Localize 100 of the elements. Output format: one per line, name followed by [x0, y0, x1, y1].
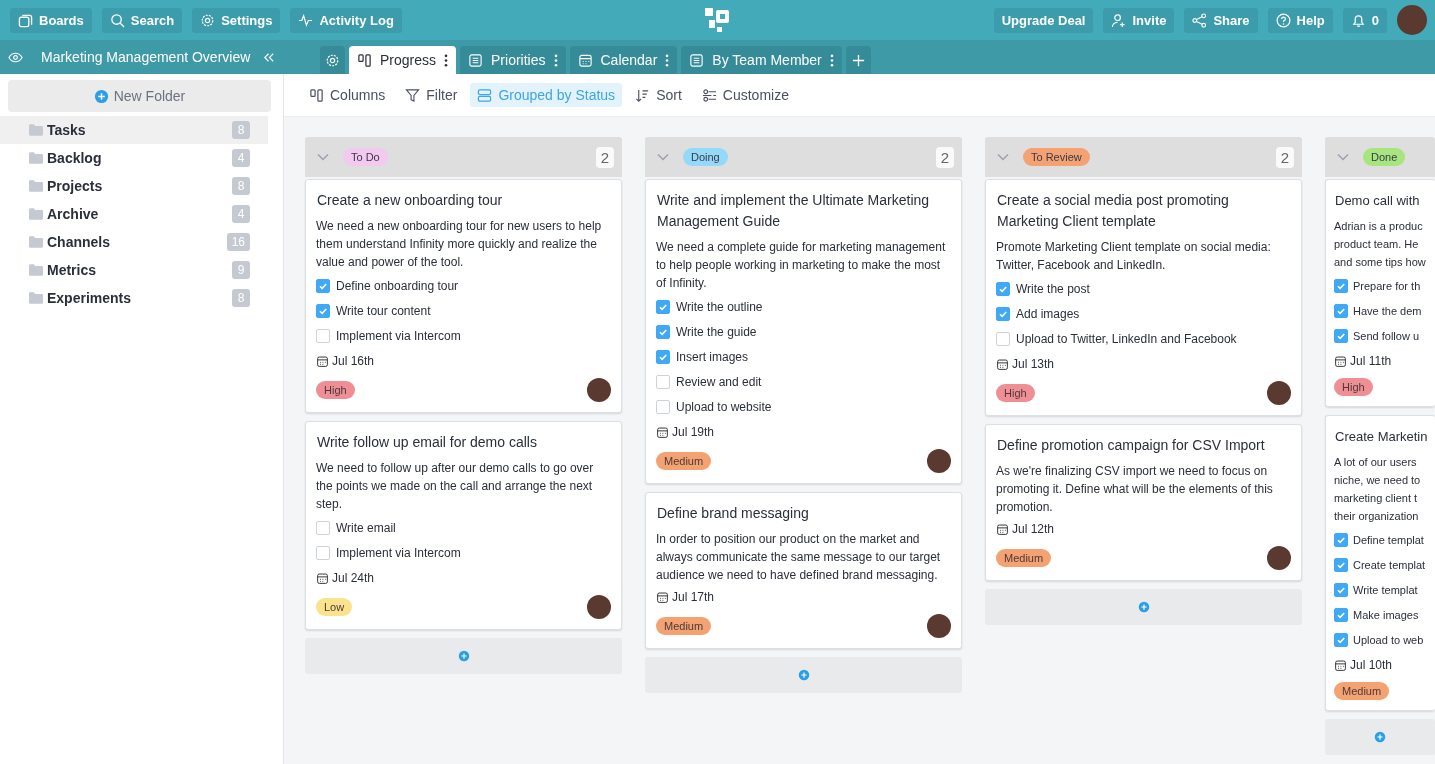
- folder-item[interactable]: Channels 16: [0, 228, 268, 256]
- task-card[interactable]: [985, 179, 1302, 416]
- card-description: In order to position our product on the market and always communicate the same message to our target audience we need to have defined brand messaging.: [656, 531, 942, 584]
- checkbox[interactable]: [656, 349, 670, 364]
- checklist-label: Insert images: [676, 349, 749, 364]
- card-count: 2: [595, 146, 614, 168]
- checkbox[interactable]: [316, 328, 330, 343]
- add-card-button[interactable]: [1325, 719, 1435, 755]
- card-description: niche, we need to: [1334, 473, 1422, 488]
- chevron-down-icon[interactable]: [997, 153, 1009, 161]
- customize-button[interactable]: Customize: [694, 83, 796, 107]
- task-card[interactable]: Create Marketin A lot of our users niche, we need to marketing client t their organization Define templat Create templat Write templat Make images Upload to web Jul 10th Medium: [1325, 415, 1435, 711]
- task-card[interactable]: Define promotion campaign for CSV Import As we're finalizing CSV import we need to focus on promoting it. Define what will be the elements of this promotion. Jul 12th Medium: [985, 424, 1302, 581]
- checkbox[interactable]: [996, 306, 1010, 321]
- view-settings-tab[interactable]: [320, 46, 345, 74]
- list-icon: [468, 52, 484, 68]
- view-tab[interactable]: Priorities: [460, 46, 566, 74]
- checkbox[interactable]: [1334, 582, 1348, 597]
- priority-tag: Medium: [656, 617, 712, 635]
- count-badge: 16: [226, 233, 250, 251]
- checkbox[interactable]: [1334, 303, 1348, 318]
- card-title: Create a new onboarding tour: [316, 191, 504, 210]
- priority-tag: High: [1334, 378, 1373, 396]
- settings-icon: [200, 12, 216, 28]
- card-title: Write follow up email for demo calls: [316, 433, 538, 452]
- checklist-label: Define onboarding tour: [336, 278, 459, 293]
- chevron-down-icon[interactable]: [1337, 153, 1349, 161]
- folder-icon: [29, 236, 43, 248]
- bell-icon: [1350, 12, 1366, 28]
- card-description: A lot of our users: [1334, 455, 1418, 470]
- card-description: We need a new onboarding tour for new users to help them understand Infinity more quickly and realize the value and power of the tool.: [316, 218, 603, 271]
- folder-item[interactable]: Backlog 4: [0, 144, 268, 172]
- task-card[interactable]: Define brand messaging In order to position our product on the market and always communicate the same message to our target audience we need to have defined brand messaging. Jul 17th Medium: [645, 492, 962, 649]
- calendar-icon: [577, 52, 593, 68]
- checklist-label: Write the post: [1016, 281, 1090, 296]
- folder-icon: [29, 180, 43, 192]
- avatar: [587, 595, 611, 619]
- rows-icon: [477, 87, 493, 103]
- checklist-label: Review and edit: [676, 374, 762, 389]
- checkbox[interactable]: [1334, 607, 1348, 622]
- checkbox[interactable]: [656, 374, 670, 389]
- chevron-down-icon[interactable]: [317, 153, 329, 161]
- calendar-icon: [996, 357, 1009, 371]
- folder-item[interactable]: Archive 4: [0, 200, 268, 228]
- filter-button[interactable]: Filter: [398, 83, 465, 107]
- task-card[interactable]: [305, 179, 622, 413]
- new-folder-button[interactable]: New Folder: [8, 80, 271, 112]
- checkbox[interactable]: [656, 399, 670, 414]
- chevron-down-icon[interactable]: [657, 153, 669, 161]
- view-tab[interactable]: Progress: [349, 46, 457, 74]
- card-description: As we're finalizing CSV import we need to focus on promoting it. Define what will be the elements of this promotion.: [996, 463, 1274, 516]
- sort-button[interactable]: Sort: [628, 83, 689, 107]
- task-card[interactable]: [645, 179, 962, 484]
- checkbox[interactable]: [1334, 557, 1348, 572]
- checkbox[interactable]: [996, 331, 1010, 346]
- calendar-icon: [996, 522, 1009, 536]
- calendar-icon: [1334, 658, 1347, 672]
- checklist-label: Create templat: [1353, 558, 1426, 571]
- checkbox[interactable]: [316, 303, 330, 318]
- checkbox[interactable]: [1334, 532, 1348, 547]
- card-description: We need a complete guide for marketing management to help people working in marketing to make the most of Infinity.: [656, 239, 947, 292]
- checkbox[interactable]: [316, 520, 330, 535]
- share-icon: [1192, 12, 1208, 28]
- due-date: Jul 17th: [672, 590, 715, 604]
- card-description: their organization: [1334, 509, 1420, 524]
- task-card[interactable]: Demo call with Adrian is a produc product team. He and some tips how Prepare for th Have the dem Send follow u Jul 11th High: [1325, 179, 1435, 407]
- due-date: Jul 10th: [1350, 658, 1393, 672]
- view-tab[interactable]: By Team Member: [681, 46, 842, 74]
- list-icon: [689, 52, 705, 68]
- card-title: Define promotion campaign for CSV Import: [996, 436, 1266, 455]
- priority-tag: Medium: [1334, 682, 1390, 700]
- sort-icon: [635, 87, 651, 103]
- folder-item[interactable]: Tasks 8: [0, 116, 268, 144]
- folder-item[interactable]: Experiments 8: [0, 284, 268, 312]
- checkbox[interactable]: [316, 545, 330, 560]
- avatar[interactable]: [1397, 5, 1427, 35]
- avatar: [927, 449, 951, 473]
- checklist-label: Write tour content: [336, 303, 431, 318]
- columns-button[interactable]: Columns: [302, 83, 393, 107]
- checkbox[interactable]: [1334, 328, 1348, 343]
- checkbox[interactable]: [996, 281, 1010, 296]
- folder-icon: [29, 264, 43, 276]
- task-card[interactable]: Write follow up email for demo calls We need to follow up after our demo calls to go over the points we made on the call and arrange the next step. Write email Implement via Intercom Jul 24th Low: [305, 421, 622, 630]
- workspace-title: Marketing Management Overview: [41, 49, 251, 65]
- add-view-tab[interactable]: [845, 46, 871, 74]
- checkbox[interactable]: [656, 299, 670, 314]
- due-date: Jul 11th: [1350, 354, 1392, 368]
- checkbox[interactable]: [1334, 632, 1348, 647]
- checkbox[interactable]: [316, 278, 330, 293]
- search-icon: [109, 12, 125, 28]
- checkbox[interactable]: [1334, 278, 1348, 293]
- plus-circle-icon: [1374, 731, 1386, 743]
- more-icon[interactable]: [444, 52, 449, 68]
- view-tab[interactable]: Calendar: [569, 46, 678, 74]
- checkbox[interactable]: [656, 324, 670, 339]
- plus-circle-icon: [457, 650, 470, 662]
- folder-item[interactable]: Projects 8: [0, 172, 268, 200]
- card-description: Adrian is a produc: [1334, 219, 1424, 234]
- folder-icon: [29, 292, 43, 304]
- priority-tag: Low: [316, 598, 353, 616]
